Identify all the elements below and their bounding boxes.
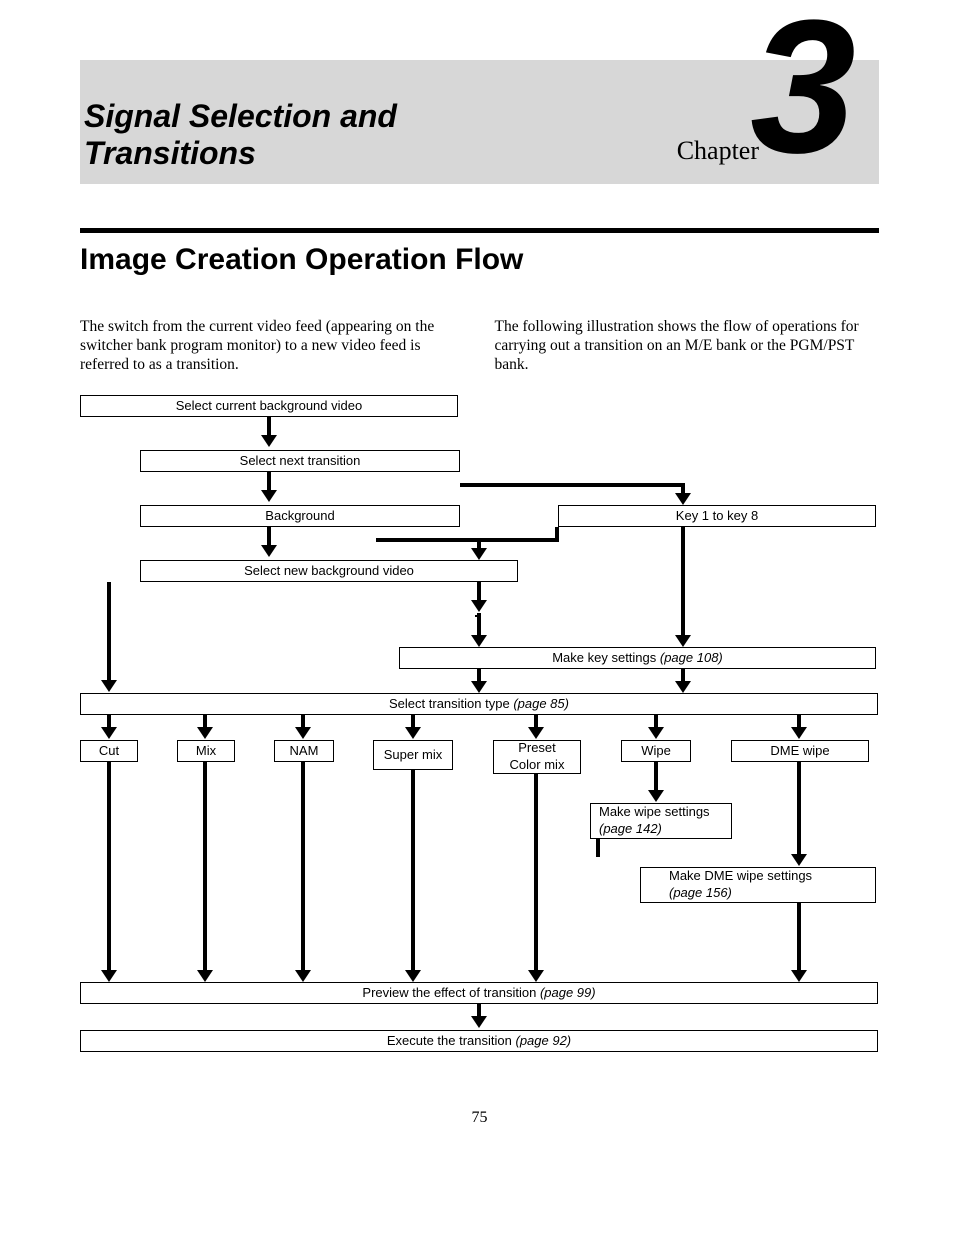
box-preset-color-mix: Preset Color mix <box>493 740 581 774</box>
box-dme-wipe: DME wipe <box>731 740 869 762</box>
label: Select next transition <box>240 453 361 469</box>
label: Background <box>265 508 334 524</box>
label: Wipe <box>641 743 671 759</box>
label: NAM <box>290 743 319 759</box>
box-make-wipe-settings: Make wipe settings (page 142) <box>590 803 732 839</box>
label: Select new background video <box>244 563 414 579</box>
label: Make key settings (page 108) <box>552 650 723 666</box>
page-number: 75 <box>80 1109 879 1127</box>
box-nam: NAM <box>274 740 334 762</box>
section-heading: Image Creation Operation Flow <box>80 243 879 277</box>
label-l2: Color mix <box>510 757 565 773</box>
ref: (page 156) <box>669 885 732 901</box>
label: Cut <box>99 743 119 759</box>
box-select-transition-type: Select transition type (page 85) <box>80 693 878 715</box>
intro-col-left: The switch from the current video feed (… <box>80 317 465 375</box>
label: Select transition type (page 85) <box>389 696 569 712</box>
box-select-current-bg: Select current background video <box>80 395 458 417</box>
svg-text:3: 3 <box>750 2 856 192</box>
label: Preview the effect of transition (page 9… <box>362 985 595 1001</box>
flowchart: Select current background video Select n… <box>80 395 879 1075</box>
box-preview: Preview the effect of transition (page 9… <box>80 982 878 1004</box>
label: DME wipe <box>770 743 829 759</box>
label: Make DME wipe settings <box>669 868 812 884</box>
label: Execute the transition (page 92) <box>387 1033 571 1049</box>
chapter-title-line2: Transitions <box>84 135 256 171</box>
label: Key 1 to key 8 <box>676 508 758 524</box>
box-select-new-bg: Select new background video <box>140 560 518 582</box>
chapter-title-line1: Signal Selection and <box>84 98 397 134</box>
box-wipe: Wipe <box>621 740 691 762</box>
box-make-key-settings: Make key settings (page 108) <box>399 647 876 669</box>
section-rule <box>80 228 879 233</box>
label: Make wipe settings <box>599 804 710 820</box>
box-select-next-transition: Select next transition <box>140 450 460 472</box>
chapter-banner: Signal Selection and Transitions Chapter… <box>80 60 879 184</box>
box-execute: Execute the transition (page 92) <box>80 1030 878 1052</box>
box-mix: Mix <box>177 740 235 762</box>
box-key1-8: Key 1 to key 8 <box>558 505 876 527</box>
label: Mix <box>196 743 216 759</box>
label: Super mix <box>384 747 443 763</box>
intro-columns: The switch from the current video feed (… <box>80 317 879 375</box>
label-l1: Preset <box>518 740 556 756</box>
ref: (page 142) <box>599 821 662 837</box>
box-super-mix: Super mix <box>373 740 453 770</box>
box-make-dme-wipe-settings: Make DME wipe settings (page 156) <box>640 867 876 903</box>
intro-col-right: The following illustration shows the flo… <box>495 317 880 375</box>
box-background: Background <box>140 505 460 527</box>
chapter-number: 3 <box>745 2 885 192</box>
box-cut: Cut <box>80 740 138 762</box>
label: Select current background video <box>176 398 362 414</box>
